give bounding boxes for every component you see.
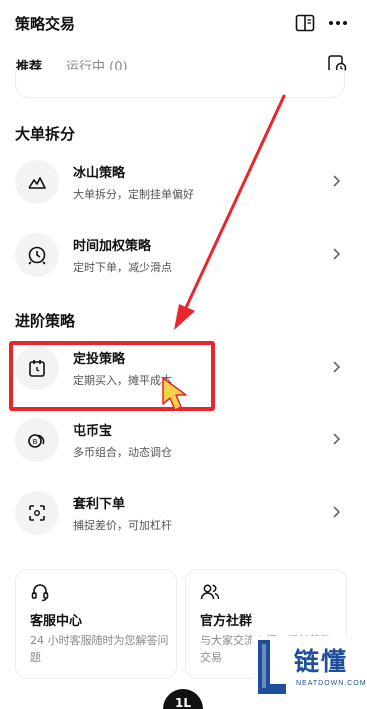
strategy-title: 屯币宝 [73, 424, 113, 439]
support-center-card[interactable]: 客服中心 24 小时客服随时为您解答问题 [15, 569, 177, 679]
floating-button[interactable]: 1L [163, 689, 203, 709]
arbitrage-icon [15, 491, 59, 535]
page-title: 策略交易 [15, 15, 76, 33]
mountain-icon [15, 160, 59, 204]
banner-card [15, 70, 345, 98]
svg-text:B: B [33, 438, 38, 446]
strategy-title: 冰山策略 [73, 166, 126, 181]
strategy-row-coin-basket[interactable]: B 屯币宝 多币组合，动态调仓 [0, 408, 367, 472]
book-icon[interactable] [295, 14, 315, 32]
section-title-large-order: 大单拆分 [15, 125, 76, 143]
chevron-right-icon [333, 506, 341, 518]
more-icon[interactable] [327, 14, 349, 32]
strategy-title: 时间加权策略 [73, 239, 152, 254]
strategy-row-arbitrage[interactable]: 套利下单 捕捉差价，可加杠杆 [0, 481, 367, 545]
section-title-advanced: 进阶策略 [15, 312, 76, 330]
watermark: 链懂 NEATDOWN.COM [252, 636, 367, 709]
strategy-subtitle: 定时下单，减少滑点 [73, 261, 172, 274]
highlight-box [9, 341, 215, 411]
strategy-subtitle: 捕捉差价，可加杠杆 [73, 519, 172, 532]
clock-icon [15, 233, 59, 277]
chevron-right-icon [333, 175, 341, 187]
watermark-subtext: NEATDOWN.COM [296, 680, 367, 687]
watermark-text: 链懂 [294, 647, 349, 676]
chevron-right-icon [333, 361, 341, 373]
chevron-right-icon [333, 248, 341, 260]
people-icon [200, 584, 220, 600]
app-header: 策略交易 [0, 0, 367, 48]
strategy-row-twap[interactable]: 时间加权策略 定时下单，减少滑点 [0, 223, 367, 287]
watermark-logo [258, 640, 286, 694]
annotation-arrowhead [174, 304, 195, 330]
strategy-subtitle: 多币组合，动态调仓 [73, 446, 172, 459]
strategy-subtitle: 大单拆分，定制挂单偏好 [73, 188, 194, 201]
chevron-right-icon [333, 433, 341, 445]
strategy-row-iceberg[interactable]: 冰山策略 大单拆分，定制挂单偏好 [0, 150, 367, 214]
coin-icon: B [15, 418, 59, 462]
card-title: 官方社群 [200, 614, 253, 629]
card-title: 客服中心 [30, 614, 83, 629]
strategy-title: 套利下单 [73, 497, 126, 512]
card-description: 24 小时客服随时为您解答问题 [30, 634, 169, 664]
headset-icon [31, 584, 49, 602]
